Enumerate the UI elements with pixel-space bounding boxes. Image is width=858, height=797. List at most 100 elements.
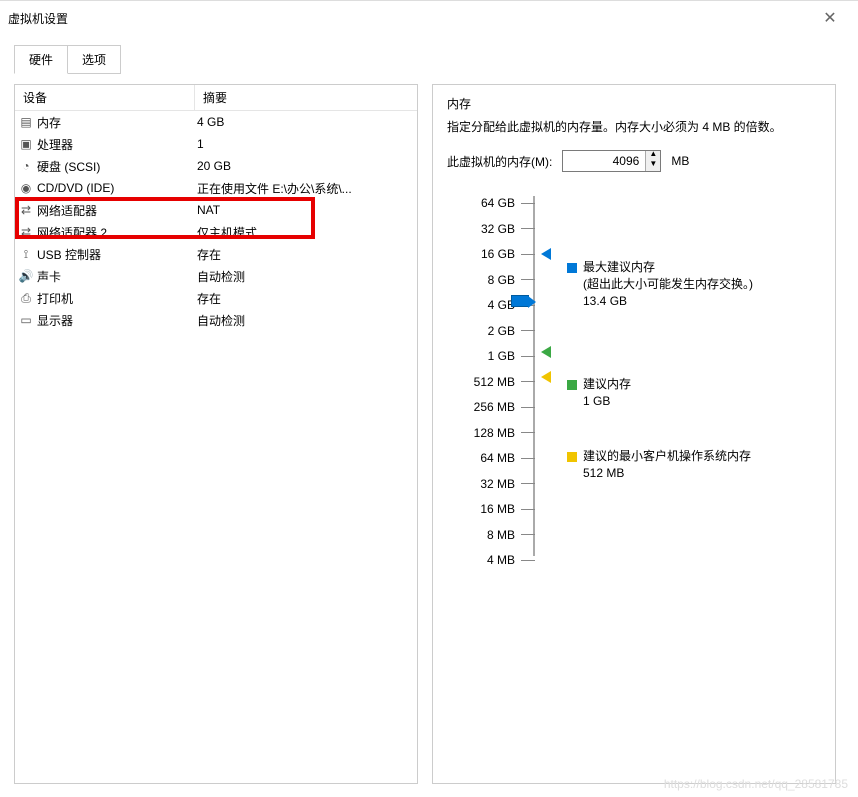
tick-mark [521, 356, 535, 357]
tick-label: 64 MB [455, 451, 521, 465]
tick-label: 4 MB [455, 553, 521, 567]
memory-input[interactable] [563, 151, 645, 171]
memory-panel: 内存 指定分配给此虚拟机的内存量。内存大小必须为 4 MB 的倍数。 此虚拟机的… [432, 84, 836, 784]
cpu-icon: ▣ [15, 136, 37, 152]
device-summary: 存在 [195, 290, 417, 307]
network-icon: ⇄ [15, 224, 37, 240]
disk-icon: ◔ [15, 158, 37, 174]
usb-icon: ⟟ [15, 246, 37, 262]
device-summary: 存在 [195, 246, 417, 263]
tick-label: 8 MB [455, 528, 521, 542]
cd-icon: ◉ [15, 180, 37, 196]
memory-spinbox[interactable]: ▲ ▼ [562, 150, 661, 172]
settings-window: 虚拟机设置 ✕ 硬件 选项 设备 摘要 ▤内存4 GB▣处理器1◔硬盘 (SCS… [0, 0, 858, 797]
device-summary: 自动检测 [195, 312, 417, 329]
legend-max-reco-sub: (超出此大小可能发生内存交换。) [583, 277, 753, 291]
device-summary: 仅主机模式 [195, 224, 417, 241]
tick-mark [521, 330, 535, 331]
tick-mark [521, 228, 535, 229]
memory-input-row: 此虚拟机的内存(M): ▲ ▼ MB [447, 150, 821, 172]
tick-mark [521, 458, 535, 459]
legend-max-reco-val: 13.4 GB [583, 294, 627, 308]
tick-label: 16 GB [455, 247, 521, 261]
col-summary[interactable]: 摘要 [195, 85, 417, 110]
device-name: 打印机 [37, 290, 195, 307]
table-row[interactable]: ◔硬盘 (SCSI)20 GB [15, 155, 417, 177]
tick-label: 8 GB [455, 273, 521, 287]
marker-reco-icon [541, 346, 551, 358]
memory-description: 指定分配给此虚拟机的内存量。内存大小必须为 4 MB 的倍数。 [447, 118, 821, 136]
titlebar: 虚拟机设置 ✕ [0, 1, 858, 35]
tick-mark [521, 279, 535, 280]
watermark: https://blog.csdn.net/qq_28581785 [664, 777, 848, 791]
device-name: 网络适配器 2 [37, 224, 195, 241]
device-name: 处理器 [37, 136, 195, 153]
tick-label: 32 MB [455, 477, 521, 491]
device-name: 显示器 [37, 312, 195, 329]
scale-tick: 8 MB [455, 528, 535, 542]
scale-tick: 16 GB [455, 247, 535, 261]
tick-mark [521, 381, 535, 382]
col-device[interactable]: 设备 [15, 85, 195, 110]
marker-max-reco-icon [541, 248, 551, 260]
sound-icon: 🔊 [15, 268, 37, 284]
tick-label: 16 MB [455, 502, 521, 516]
tick-mark [521, 407, 535, 408]
marker-min-reco-icon [541, 371, 551, 383]
table-row[interactable]: 🔊声卡自动检测 [15, 265, 417, 287]
scale-tick: 1 GB [455, 349, 535, 363]
legend-max-reco: 最大建议内存 (超出此大小可能发生内存交换。) 13.4 GB [567, 259, 753, 309]
tab-hardware[interactable]: 硬件 [14, 45, 68, 74]
table-row[interactable]: ⟟USB 控制器存在 [15, 243, 417, 265]
legend-min-reco-val: 512 MB [583, 466, 624, 480]
device-summary: 自动检测 [195, 268, 417, 285]
memory-input-label: 此虚拟机的内存(M): [447, 153, 552, 170]
legend-reco: 建议内存 1 GB [567, 376, 631, 410]
scale-tick: 2 GB [455, 324, 535, 338]
device-name: 网络适配器 [37, 202, 195, 219]
table-row[interactable]: ⇄网络适配器NAT [15, 199, 417, 221]
tick-mark [521, 560, 535, 561]
table-row[interactable]: ▣处理器1 [15, 133, 417, 155]
device-name: USB 控制器 [37, 246, 195, 263]
scale-tick: 512 MB [455, 375, 535, 389]
tick-mark [521, 254, 535, 255]
tick-label: 512 MB [455, 375, 521, 389]
scale-tick: 128 MB [455, 426, 535, 440]
scale-tick: 256 MB [455, 400, 535, 414]
memory-unit: MB [671, 154, 689, 168]
tab-options[interactable]: 选项 [67, 45, 121, 74]
table-header: 设备 摘要 [15, 85, 417, 111]
device-summary: 1 [195, 137, 417, 151]
memory-icon: ▤ [15, 114, 37, 130]
device-rows: ▤内存4 GB▣处理器1◔硬盘 (SCSI)20 GB◉CD/DVD (IDE)… [15, 111, 417, 331]
tick-mark [521, 534, 535, 535]
tick-label: 64 GB [455, 196, 521, 210]
tick-label: 256 MB [455, 400, 521, 414]
tick-label: 32 GB [455, 222, 521, 236]
memory-slider-handle[interactable] [511, 295, 529, 307]
device-summary: 4 GB [195, 115, 417, 129]
spin-buttons: ▲ ▼ [645, 151, 660, 171]
content: 设备 摘要 ▤内存4 GB▣处理器1◔硬盘 (SCSI)20 GB◉CD/DVD… [0, 74, 858, 794]
table-row[interactable]: ▤内存4 GB [15, 111, 417, 133]
table-row[interactable]: ⎙打印机存在 [15, 287, 417, 309]
legend-min-reco: 建议的最小客户机操作系统内存 512 MB [567, 448, 751, 482]
device-name: 内存 [37, 114, 195, 131]
tick-mark [521, 203, 535, 204]
legend-reco-val: 1 GB [583, 394, 610, 408]
square-green-icon [567, 380, 577, 390]
table-row[interactable]: ▭显示器自动检测 [15, 309, 417, 331]
device-summary: 正在使用文件 E:\办公\系统\... [195, 180, 417, 197]
tick-label: 128 MB [455, 426, 521, 440]
close-icon[interactable]: ✕ [810, 8, 850, 28]
printer-icon: ⎙ [15, 290, 37, 306]
device-summary: 20 GB [195, 159, 417, 173]
tabs: 硬件 选项 [0, 45, 858, 74]
table-row[interactable]: ⇄网络适配器 2仅主机模式 [15, 221, 417, 243]
tick-mark [521, 509, 535, 510]
scale-tick: 64 MB [455, 451, 535, 465]
spin-down-icon[interactable]: ▼ [646, 161, 660, 171]
table-row[interactable]: ◉CD/DVD (IDE)正在使用文件 E:\办公\系统\... [15, 177, 417, 199]
scale-tick: 4 MB [455, 553, 535, 567]
